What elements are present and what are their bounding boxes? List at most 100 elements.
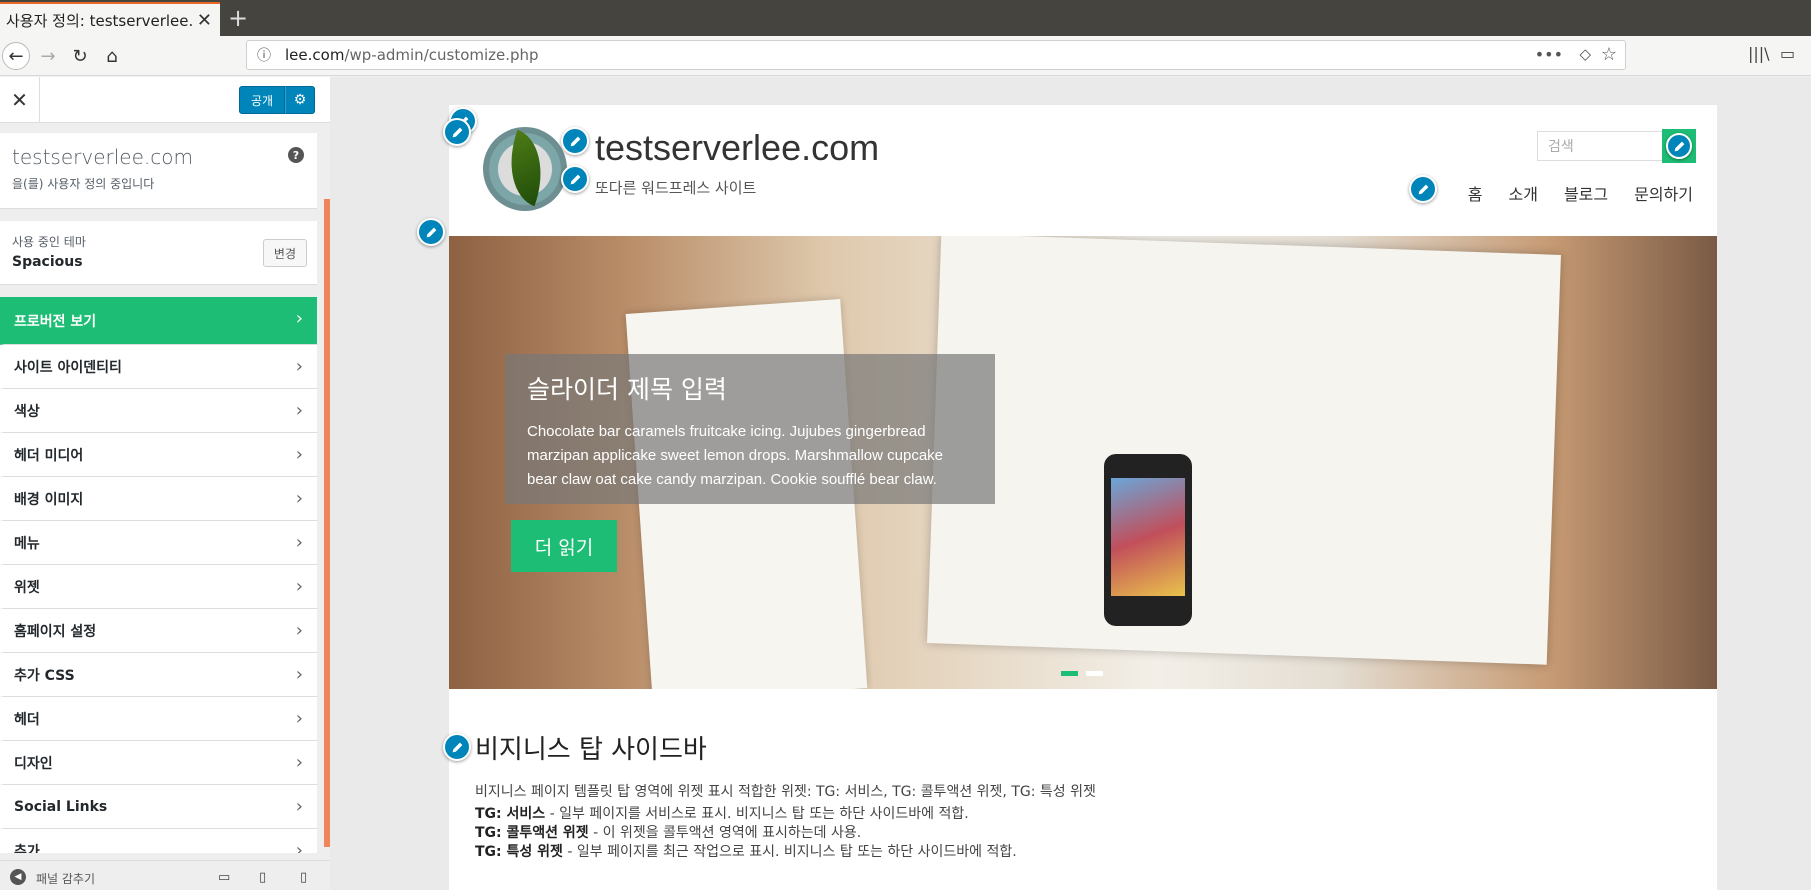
slider-dot-2[interactable] <box>1086 671 1103 676</box>
menu-item-additional[interactable]: 추가 › <box>0 829 317 853</box>
close-icon[interactable]: ✕ <box>0 77 40 123</box>
reload-icon[interactable]: ↻ <box>66 42 94 70</box>
nav-item-contact[interactable]: 문의하기 <box>1634 181 1693 205</box>
library-icon[interactable]: |||\ <box>1748 44 1770 63</box>
chevron-right-icon: › <box>295 620 303 641</box>
customizer-footer: ◀ 패널 감추기 ▭ ▯ ▯ <box>0 860 330 890</box>
customizer-panel: ✕ 공개 ⚙ testserverlee.com 을(를) 사용자 정의 중입니… <box>0 77 330 890</box>
widget-name: TG: 특성 위젯 <box>475 844 563 860</box>
chevron-right-icon: › <box>295 532 303 553</box>
menu-item-homepage-settings[interactable]: 홈페이지 설정 › <box>0 609 317 653</box>
menu-item-label: 사이트 아이덴티티 <box>14 359 122 376</box>
customizer-scroll-area[interactable]: testserverlee.com 을(를) 사용자 정의 중입니다 ? 사용 … <box>0 123 330 853</box>
widget-name: TG: 서비스 <box>475 806 546 822</box>
forward-icon[interactable]: → <box>34 42 62 70</box>
slide-phone-image <box>1104 454 1192 626</box>
tablet-preview-icon[interactable]: ▯ <box>259 870 275 885</box>
nav-item-blog[interactable]: 블로그 <box>1564 181 1608 205</box>
customizer-header: ✕ 공개 ⚙ <box>0 77 330 123</box>
list-item: TG: 콜투액션 위젯 - 이 위젯을 콜투액션 영역에 표시하는데 사용. <box>475 824 1017 843</box>
edit-pencil-icon[interactable] <box>443 118 471 146</box>
menu-item-label: Social Links <box>14 798 108 815</box>
url-bar[interactable]: ⓘ lee.com/wp-admin/customize.php ••• ◇ ☆ <box>246 40 1626 70</box>
menu-item-social-links[interactable]: Social Links › <box>0 785 317 829</box>
site-title[interactable]: testserverlee.com <box>595 127 879 169</box>
main-navigation: 홈 소개 블로그 문의하기 <box>1468 181 1693 205</box>
browser-nav-bar: ← → ↻ ⌂ ⓘ lee.com/wp-admin/customize.php… <box>0 36 1811 76</box>
search-input[interactable]: 검색 <box>1537 131 1664 161</box>
active-theme-label: 사용 중인 테마 <box>12 235 86 249</box>
slider-dot-1[interactable] <box>1061 671 1078 676</box>
chevron-right-icon: › <box>295 752 303 773</box>
nav-item-home[interactable]: 홈 <box>1468 181 1483 205</box>
slide-caption: 슬라이더 제목 입력 Chocolate bar caramels fruitc… <box>505 354 995 504</box>
menu-item-label: 위젯 <box>14 579 40 596</box>
menu-item-header[interactable]: 헤더 › <box>0 697 317 741</box>
menu-item-label: 색상 <box>14 403 40 420</box>
close-tab-icon[interactable]: ✕ <box>197 10 212 31</box>
menu-item-label: 프로버전 보기 <box>14 313 97 330</box>
menu-item-additional-css[interactable]: 추가 CSS › <box>0 653 317 697</box>
menu-item-label: 홈페이지 설정 <box>14 623 97 640</box>
bookmark-star-icon[interactable]: ☆ <box>1601 44 1617 65</box>
hero-slider[interactable]: 슬라이더 제목 입력 Chocolate bar caramels fruitc… <box>449 236 1717 689</box>
menu-item-label: 헤더 <box>14 711 40 728</box>
menu-item-pro[interactable]: 프로버전 보기 › <box>0 297 317 345</box>
publish-button[interactable]: 공개 <box>239 86 285 114</box>
menu-item-background-image[interactable]: 배경 이미지 › <box>0 477 317 521</box>
pocket-icon[interactable]: ◇ <box>1579 45 1591 63</box>
chevron-right-icon: › <box>295 488 303 509</box>
back-icon[interactable]: ← <box>2 42 30 70</box>
publish-settings-gear-icon[interactable]: ⚙ <box>285 86 315 114</box>
menu-item-label: 디자인 <box>14 755 53 772</box>
customizer-menu: 프로버전 보기 › 사이트 아이덴티티 › 색상 › 헤더 미디어 › 배경 이미지 › … <box>0 297 317 853</box>
chevron-right-icon: › <box>295 796 303 817</box>
edit-pencil-icon[interactable] <box>1666 133 1692 159</box>
collapse-panel-button[interactable]: 패널 감추기 <box>36 870 95 887</box>
menu-item-label: 메뉴 <box>14 535 40 552</box>
site-logo[interactable] <box>483 127 567 211</box>
menu-item-colors[interactable]: 색상 › <box>0 389 317 433</box>
search-button[interactable] <box>1662 129 1696 163</box>
chevron-right-icon: › <box>295 444 303 465</box>
edit-pencil-icon[interactable] <box>417 218 445 246</box>
menu-item-menus[interactable]: 메뉴 › <box>0 521 317 565</box>
menu-item-widgets[interactable]: 위젯 › <box>0 565 317 609</box>
collapse-panel-icon[interactable]: ◀ <box>10 869 26 885</box>
chevron-right-icon: › <box>295 576 303 597</box>
menu-item-header-media[interactable]: 헤더 미디어 › <box>0 433 317 477</box>
active-theme-box: 사용 중인 테마 Spacious 변경 <box>0 221 317 285</box>
edit-pencil-icon[interactable] <box>561 165 589 193</box>
desktop-preview-icon[interactable]: ▭ <box>218 870 234 885</box>
edit-pencil-icon[interactable] <box>561 127 589 155</box>
site-info-box: testserverlee.com 을(를) 사용자 정의 중입니다 ? <box>0 133 317 209</box>
sidebar-icon[interactable]: ▭ <box>1780 44 1795 63</box>
help-icon[interactable]: ? <box>288 147 304 163</box>
browser-tab-bar: 사용자 정의: testserverlee.co ✕ + <box>0 0 1811 36</box>
customizing-site-name: testserverlee.com <box>12 145 193 169</box>
url-path: /wp-admin/customize.php <box>344 46 539 64</box>
new-tab-icon[interactable]: + <box>228 4 248 32</box>
more-actions-icon[interactable]: ••• <box>1535 45 1563 64</box>
active-theme-name: Spacious <box>12 254 83 270</box>
edit-pencil-icon[interactable] <box>443 733 471 761</box>
browser-tab[interactable]: 사용자 정의: testserverlee.co ✕ <box>0 2 220 36</box>
change-theme-button[interactable]: 변경 <box>262 239 307 267</box>
chevron-right-icon: › <box>295 400 303 421</box>
menu-item-site-identity[interactable]: 사이트 아이덴티티 › <box>0 345 317 389</box>
nav-item-about[interactable]: 소개 <box>1508 181 1537 205</box>
menu-item-design[interactable]: 디자인 › <box>0 741 317 785</box>
chevron-right-icon: › <box>295 356 303 377</box>
slide-book-image <box>927 236 1561 665</box>
site-tagline: 또다른 워드프레스 사이트 <box>595 179 757 197</box>
read-more-button[interactable]: 더 읽기 <box>511 520 617 572</box>
list-item: TG: 특성 위젯 - 일부 페이지를 최근 작업으로 표시. 비지니스 탑 또… <box>475 843 1017 862</box>
site-info-icon[interactable]: ⓘ <box>257 45 275 65</box>
home-icon[interactable]: ⌂ <box>98 42 126 70</box>
mobile-preview-icon[interactable]: ▯ <box>300 870 316 885</box>
edit-pencil-icon[interactable] <box>1409 175 1437 203</box>
menu-item-label: 추가 CSS <box>14 667 75 684</box>
site-preview: testserverlee.com 또다른 워드프레스 사이트 검색 홈 소개 … <box>330 77 1811 890</box>
business-sidebar-title: 비지니스 탑 사이드바 <box>475 735 707 765</box>
menu-item-label: 배경 이미지 <box>14 491 84 508</box>
